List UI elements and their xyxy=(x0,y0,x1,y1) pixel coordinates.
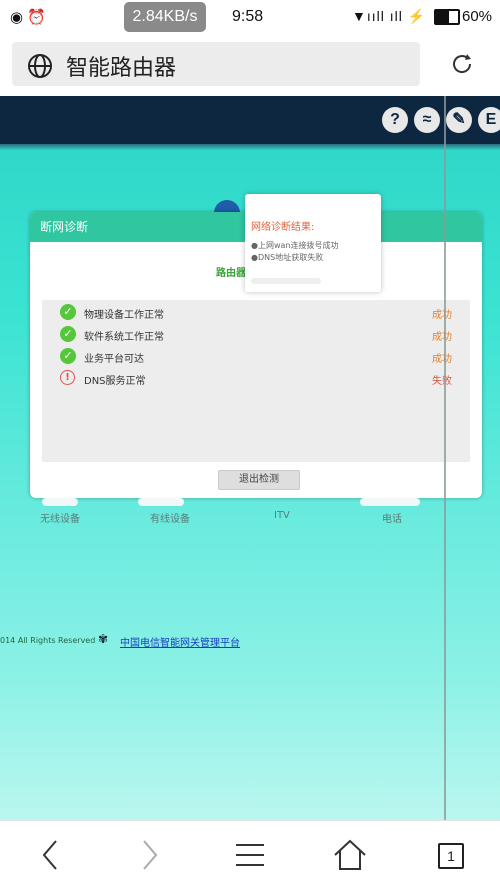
popup-item: ●DNS地址获取失败 xyxy=(251,253,324,262)
check-status: 成功 xyxy=(432,354,452,365)
status-left-icons: ◉ ⏰ xyxy=(10,9,46,26)
battery-percent: 60% xyxy=(462,8,493,25)
status-bar: ◉ ⏰ 2.84KB/s 9:58 ▼ııll ıll ⚡ 60% xyxy=(0,0,500,34)
exit-icon[interactable]: E xyxy=(478,107,500,133)
reload-icon[interactable] xyxy=(448,50,476,78)
check-row: ! DNS服务正常 失败 xyxy=(42,368,470,390)
diagnosis-result-popup: 网络诊断结果: ●上网wan连接拨号成功 ●DNS地址获取失败 xyxy=(245,194,381,292)
home-icon[interactable] xyxy=(332,837,368,873)
warning-icon: ! xyxy=(60,370,75,385)
dialog-title: 断网诊断 xyxy=(40,220,89,234)
check-row: ✓ 业务平台可达 成功 xyxy=(42,346,470,368)
forward-icon[interactable] xyxy=(138,837,162,873)
page-title[interactable]: 智能路由器 xyxy=(66,50,176,82)
device-icon-base xyxy=(42,498,78,506)
signal-icons: ▼ııll ıll ⚡ xyxy=(352,8,427,24)
check-status: 成功 xyxy=(432,332,452,343)
device-icon-base xyxy=(360,498,420,506)
overlay-divider xyxy=(444,96,446,820)
dialog-subtitle: 路由器 xyxy=(216,268,246,279)
exit-diagnosis-button[interactable]: 退出检测 xyxy=(218,470,300,490)
check-row: ✓ 物理设备工作正常 成功 xyxy=(42,302,470,324)
check-success-icon: ✓ xyxy=(60,326,76,342)
platform-link[interactable]: 中国电信智能网关管理平台 xyxy=(120,634,240,649)
web-content: ? ≈ ✎ E 断网诊断 路由器 ✓ 物理设备工作正常 成功 ✓ 软件系统工作正… xyxy=(0,96,500,820)
wrench-icon[interactable]: ✎ xyxy=(446,107,472,133)
popup-title: 网络诊断结果: xyxy=(251,222,315,233)
footer-divider xyxy=(0,627,500,628)
check-list: ✓ 物理设备工作正常 成功 ✓ 软件系统工作正常 成功 ✓ 业务平台可达 成功 … xyxy=(42,300,470,462)
device-itv[interactable]: ITV xyxy=(274,510,290,521)
check-success-icon: ✓ xyxy=(60,348,76,364)
globe-icon xyxy=(28,54,52,78)
popup-blurred-line xyxy=(251,278,321,284)
popup-item: ●上网wan连接拨号成功 xyxy=(251,241,339,250)
check-label: 物理设备工作正常 xyxy=(84,310,164,321)
network-speed: 2.84KB/s xyxy=(124,2,206,32)
device-icon-base xyxy=(138,498,184,506)
check-success-icon: ✓ xyxy=(60,304,76,320)
back-icon[interactable] xyxy=(38,837,62,873)
help-icon[interactable]: ? xyxy=(382,107,408,133)
browser-navbar: 1 xyxy=(0,820,500,890)
tabs-button[interactable]: 1 xyxy=(438,843,464,869)
check-status: 失败 xyxy=(432,376,452,387)
check-status: 成功 xyxy=(432,310,452,321)
device-wireless[interactable]: 无线设备 xyxy=(40,510,80,525)
clock: 9:58 xyxy=(232,8,264,25)
check-label: DNS服务正常 xyxy=(84,376,146,387)
copyright-text: 014 All Rights Reserved xyxy=(0,636,96,645)
header-band xyxy=(0,144,500,150)
check-label: 业务平台可达 xyxy=(84,354,144,365)
menu-icon[interactable] xyxy=(234,837,266,873)
network-icon[interactable]: ≈ xyxy=(414,107,440,133)
battery-icon xyxy=(434,9,460,25)
check-label: 软件系统工作正常 xyxy=(84,332,164,343)
china-telecom-logo-icon: ✾ xyxy=(98,632,109,646)
device-wired[interactable]: 有线设备 xyxy=(150,510,190,525)
device-phone[interactable]: 电话 xyxy=(382,510,402,525)
check-row: ✓ 软件系统工作正常 成功 xyxy=(42,324,470,346)
